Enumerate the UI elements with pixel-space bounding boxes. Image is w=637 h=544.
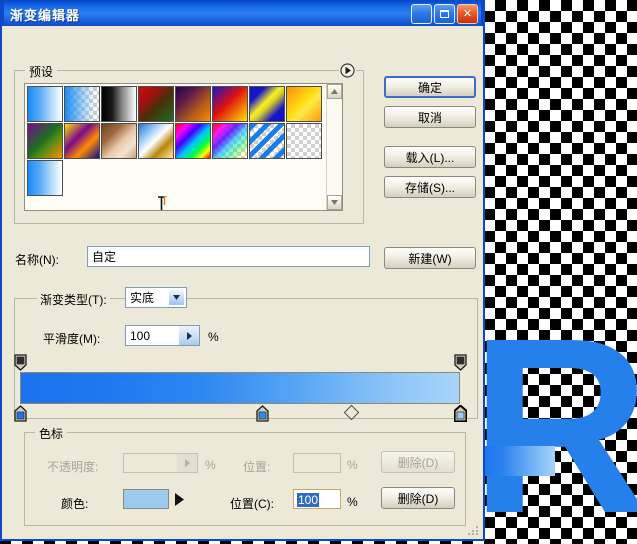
gradient-type-select[interactable]: 实底 <box>125 287 187 308</box>
close-icon: ✕ <box>462 7 473 20</box>
window-controls: _ ✕ <box>411 4 478 24</box>
preset-swatch[interactable] <box>64 86 100 122</box>
preset-gradient <box>250 124 284 158</box>
minimize-icon: _ <box>417 8 426 25</box>
preset-gradient <box>65 87 99 121</box>
preset-swatch[interactable] <box>175 123 211 159</box>
color-stops-group: 色标 不透明度: % 位置: % 删除(D) 颜色: 位置(C): 100 % … <box>24 425 466 526</box>
preset-gradient <box>287 87 321 121</box>
opacity-label: 不透明度: <box>47 460 99 474</box>
scroll-up-icon[interactable] <box>327 84 342 99</box>
minimize-button[interactable]: _ <box>411 4 432 24</box>
delete-opacity-stop-button: 删除(D) <box>381 451 455 473</box>
preset-swatch[interactable] <box>249 86 285 122</box>
color-stop-2[interactable] <box>256 405 269 422</box>
scrollbar-track[interactable] <box>327 99 342 195</box>
titlebar[interactable]: 渐变编辑器 _ ✕ <box>2 0 483 26</box>
preset-swatch[interactable] <box>138 123 174 159</box>
resize-grip-icon[interactable] <box>466 522 480 536</box>
preset-menu-arrow-icon[interactable] <box>339 62 356 79</box>
preset-gradient <box>28 87 62 121</box>
preset-gradient <box>176 124 210 158</box>
load-button[interactable]: 载入(L)... <box>384 146 476 168</box>
preset-swatch[interactable] <box>212 86 248 122</box>
preset-swatch[interactable] <box>27 160 63 196</box>
canvas-gradient-stroke <box>480 446 555 476</box>
presets-group-title: 预设 <box>25 63 58 80</box>
dialog-body: 预设 确定 取消 载入(L)... 存储(S)... 新建(W) 名称(N): … <box>2 26 483 539</box>
scroll-down-icon[interactable] <box>327 195 342 210</box>
preset-swatch[interactable] <box>175 86 211 122</box>
smoothness-value: 100 <box>130 329 151 343</box>
preset-gradient <box>213 87 247 121</box>
location-input[interactable]: 100 <box>293 489 341 509</box>
preset-list[interactable] <box>24 83 343 211</box>
preset-swatch[interactable] <box>212 123 248 159</box>
color-stops-group-title: 色标 <box>35 425 68 442</box>
gradient-preview-area <box>14 354 468 423</box>
smoothness-percent: % <box>208 330 219 344</box>
location-input-disabled <box>293 453 341 473</box>
canvas-letter-glyph: R <box>470 318 637 544</box>
preset-gradient <box>176 87 210 121</box>
opacity-stop-end[interactable] <box>454 354 467 371</box>
chevron-down-icon[interactable] <box>168 289 185 306</box>
preset-grid <box>25 84 326 210</box>
preset-swatch[interactable] <box>101 86 137 122</box>
maximize-icon <box>440 10 449 18</box>
new-button[interactable]: 新建(W) <box>384 247 476 269</box>
gradient-bar[interactable] <box>20 372 460 404</box>
preset-swatch[interactable] <box>64 123 100 159</box>
color-stop-1[interactable] <box>14 405 27 422</box>
smoothness-spinner-icon[interactable] <box>179 326 199 345</box>
name-label: 名称(N): <box>15 253 59 267</box>
opacity-percent: % <box>205 458 216 472</box>
save-button[interactable]: 存储(S)... <box>384 176 476 198</box>
preset-gradient <box>28 161 62 195</box>
preset-scrollbar[interactable] <box>326 84 342 210</box>
smoothness-label: 平滑度(M): <box>43 332 101 346</box>
location-value: 100 <box>297 493 320 507</box>
name-input[interactable]: 自定 <box>87 246 370 267</box>
preset-swatch[interactable] <box>27 86 63 122</box>
close-button[interactable]: ✕ <box>457 4 478 24</box>
presets-group: 预设 <box>14 62 364 224</box>
preset-gradient <box>250 87 284 121</box>
color-menu-arrow-icon[interactable] <box>172 489 186 509</box>
location-label-disabled: 位置: <box>243 460 271 474</box>
color-label: 颜色: <box>61 497 89 511</box>
preset-gradient <box>139 87 173 121</box>
color-stop-3[interactable] <box>453 404 468 423</box>
delete-color-stop-button[interactable]: 删除(D) <box>381 487 455 509</box>
preset-swatch[interactable] <box>27 123 63 159</box>
preset-gradient <box>28 124 62 158</box>
preset-gradient <box>102 124 136 158</box>
opacity-stop-start[interactable] <box>14 354 27 371</box>
location-percent: % <box>347 495 358 509</box>
gradient-type-value: 实底 <box>130 291 155 305</box>
preset-gradient <box>287 124 321 158</box>
preset-gradient <box>65 124 99 158</box>
gradient-type-label: 渐变类型(T): <box>37 291 110 308</box>
canvas-letter-r: R <box>470 318 637 544</box>
location-percent-disabled: % <box>347 458 358 472</box>
maximize-button[interactable] <box>434 4 455 24</box>
gradient-editor-dialog: 渐变编辑器 _ ✕ 预设 确定 取消 载入(L)... 存储(S)... 新建(… <box>0 0 485 541</box>
preset-swatch[interactable] <box>286 123 322 159</box>
location-label: 位置(C): <box>230 497 274 511</box>
preset-swatch[interactable] <box>138 86 174 122</box>
smoothness-input[interactable]: 100 <box>125 325 200 346</box>
preset-swatch[interactable] <box>101 123 137 159</box>
preset-swatch[interactable] <box>286 86 322 122</box>
preset-gradient <box>102 87 136 121</box>
opacity-input <box>123 453 198 473</box>
preset-swatch[interactable] <box>249 123 285 159</box>
preset-gradient <box>139 124 173 158</box>
preset-gradient <box>213 124 247 158</box>
color-swatch-button[interactable] <box>123 489 169 509</box>
window-title: 渐变编辑器 <box>10 7 81 23</box>
opacity-spinner-icon <box>177 454 197 472</box>
cancel-button[interactable]: 取消 <box>384 106 476 128</box>
ok-button[interactable]: 确定 <box>384 76 476 98</box>
